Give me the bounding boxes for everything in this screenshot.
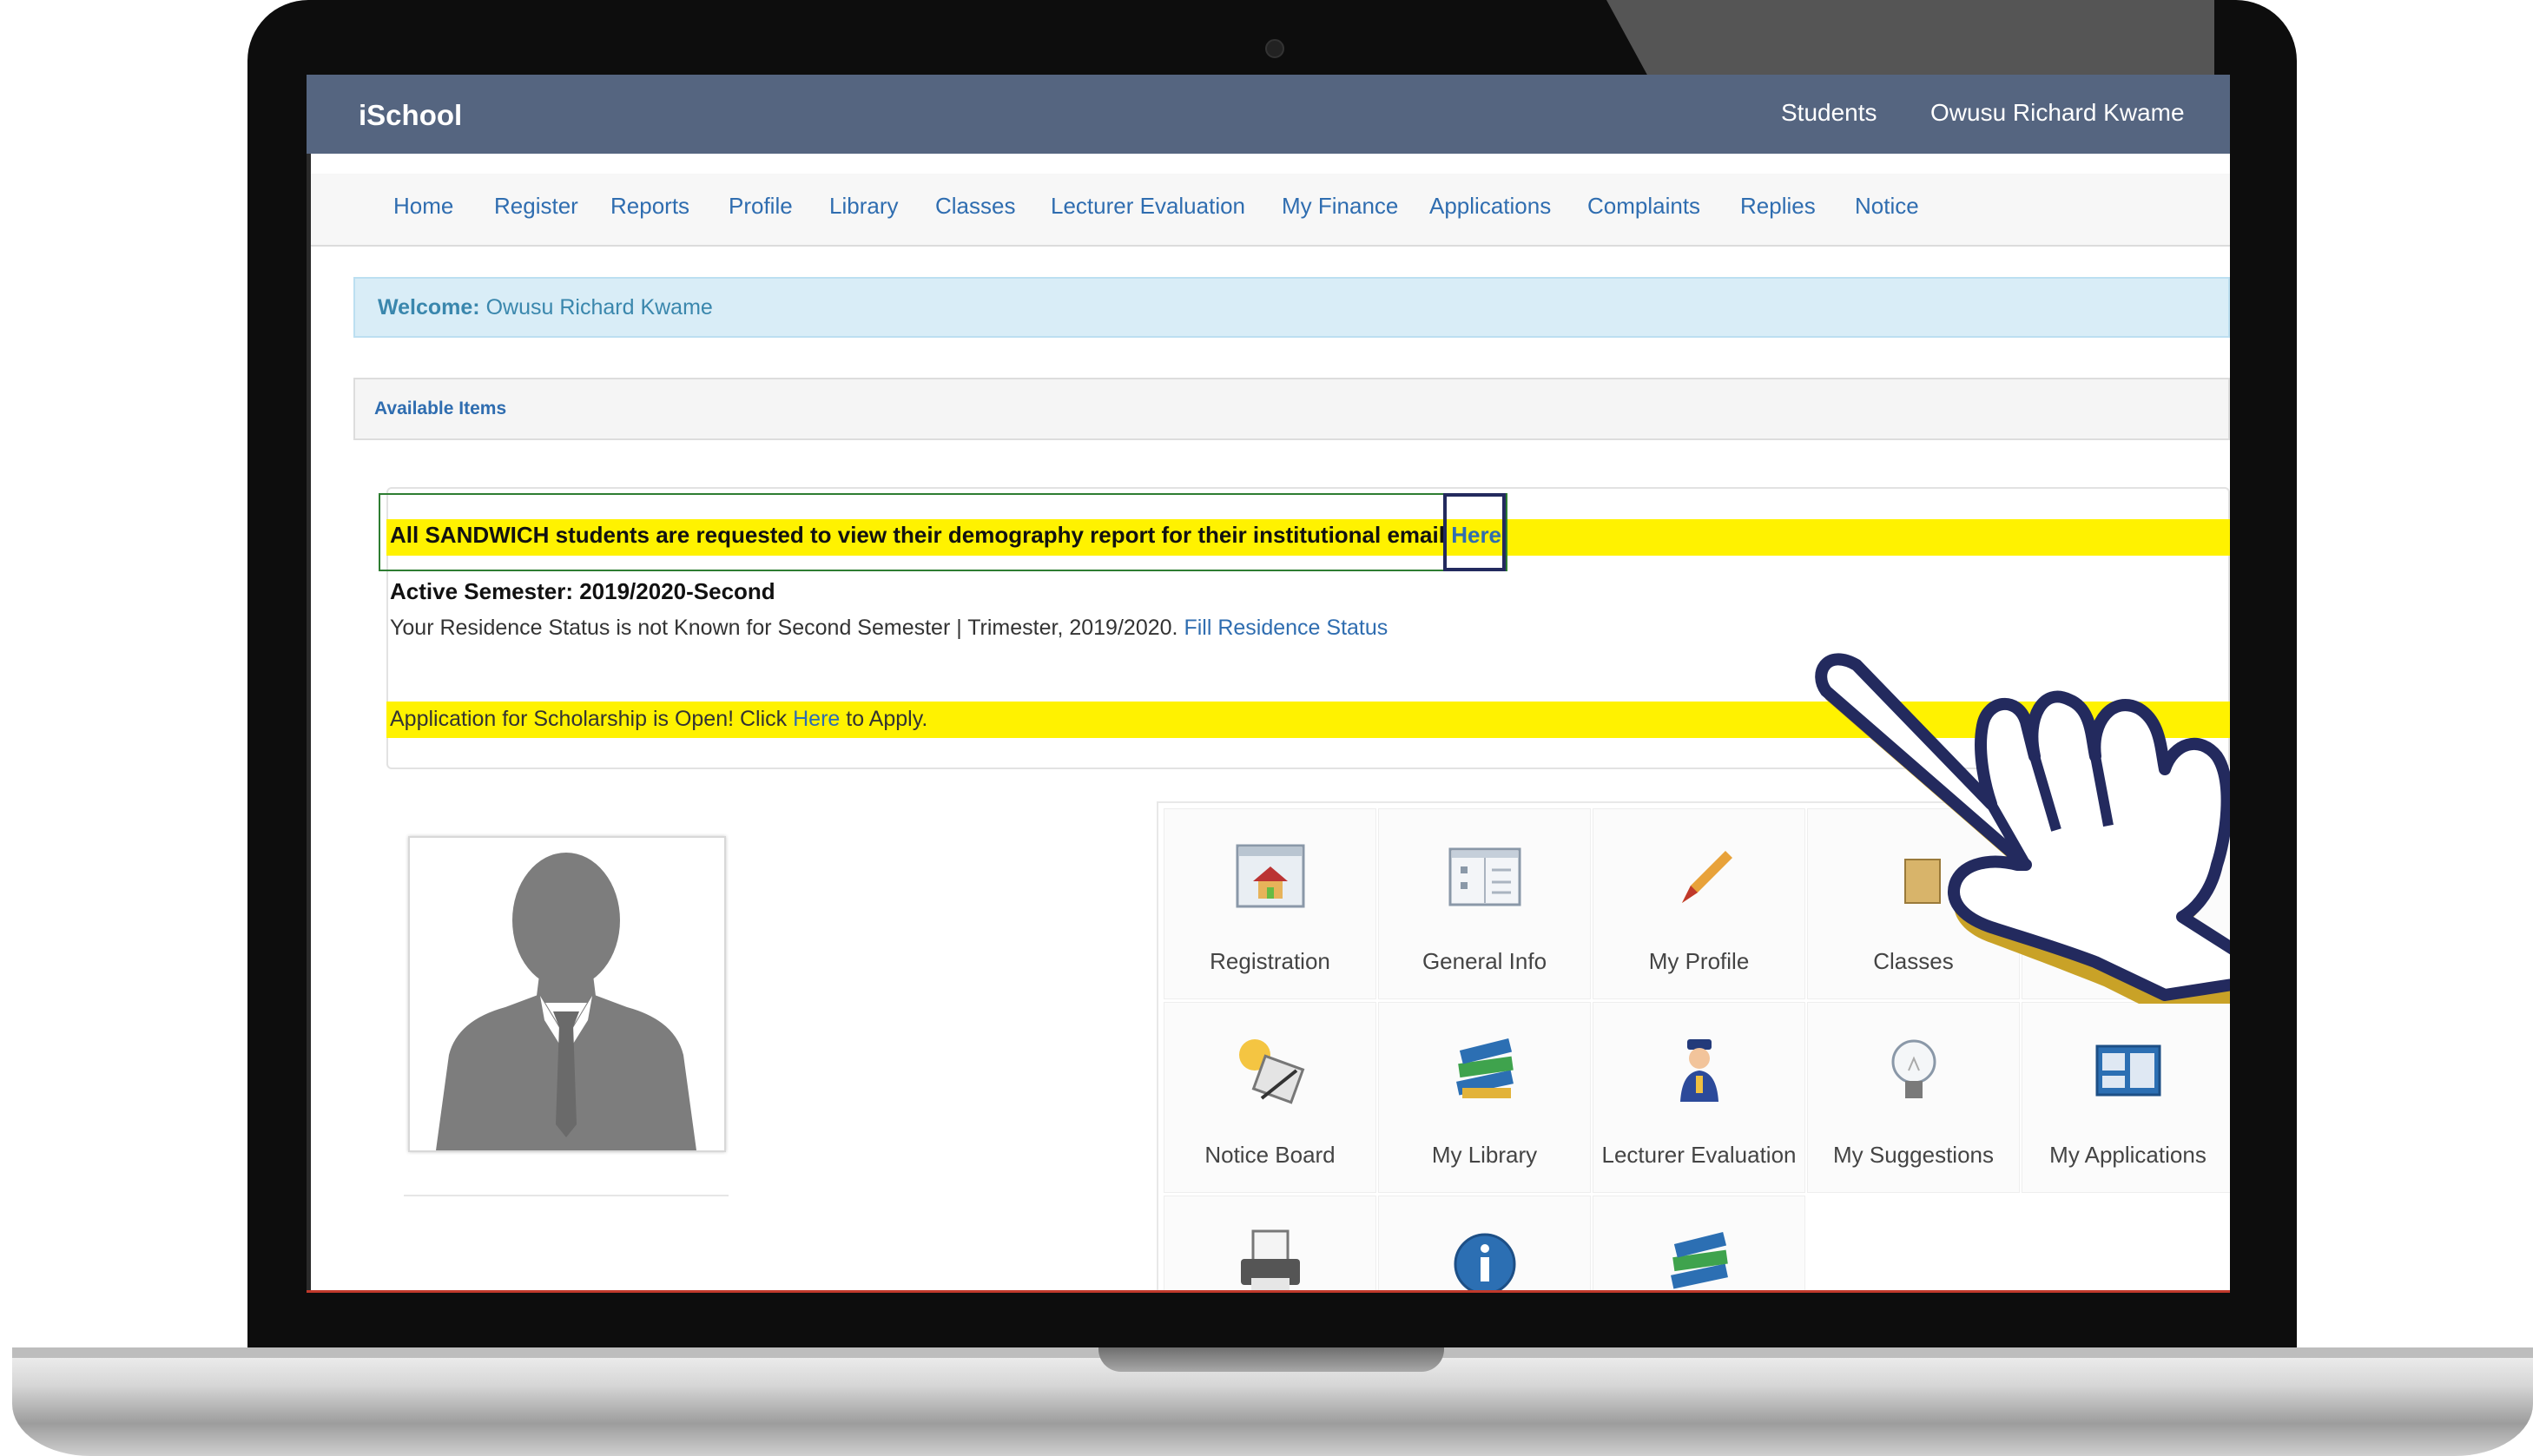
nav-library[interactable]: Library: [829, 193, 898, 220]
tile-label: My Suggestions: [1833, 1142, 1994, 1168]
tile-general-info[interactable]: General Info: [1378, 808, 1591, 999]
tile-my-profile[interactable]: My Profile: [1593, 808, 1805, 999]
avatar: [408, 836, 726, 1152]
tile-my-applications[interactable]: My Applications: [2022, 1002, 2230, 1193]
lightbulb-icon: [1891, 1039, 1936, 1098]
avatar-silhouette-icon: [436, 853, 696, 1150]
books-icon: [1671, 1231, 1728, 1289]
pointing-hand-icon: [1815, 653, 2230, 1004]
welcome-name: Owusu Richard Kwame: [485, 295, 713, 320]
residence-status: Your Residence Status is not Known for S…: [390, 616, 1388, 641]
nav-lecturer-evaluation[interactable]: Lecturer Evaluation: [1051, 193, 1245, 220]
tile-label: Notice Board: [1204, 1142, 1336, 1168]
applications-icon: [2095, 1044, 2161, 1097]
active-semester: Active Semester: 2019/2020-Second: [390, 578, 775, 604]
top-bar: iSchool Students Owusu Richard Kwame: [307, 75, 2230, 154]
tile-library[interactable]: [1593, 1196, 1805, 1292]
nav-register[interactable]: Register: [494, 193, 578, 220]
tile-my-library[interactable]: My Library: [1378, 1002, 1591, 1193]
brand-logo[interactable]: iSchool: [359, 99, 462, 132]
tile-label: My Library: [1431, 1142, 1538, 1168]
tile-notice-board[interactable]: Notice Board: [1164, 1002, 1376, 1193]
info-panel-icon: [1448, 847, 1521, 906]
panel-title: Available Items: [374, 399, 507, 418]
scholarship-text-after: to Apply.: [846, 707, 928, 731]
tile-label: My Profile: [1648, 948, 1750, 974]
nav-replies[interactable]: Replies: [1740, 193, 1816, 220]
students-link[interactable]: Students: [1781, 99, 1877, 127]
tile-label: Lecturer Evaluation: [1601, 1142, 1797, 1168]
nav-classes[interactable]: Classes: [935, 193, 1015, 220]
welcome-banner: Welcome: Owusu Richard Kwame: [353, 277, 2230, 338]
nav-my-finance[interactable]: My Finance: [1282, 193, 1398, 220]
webcam-icon: [1265, 39, 1284, 58]
nav-complaints[interactable]: Complaints: [1587, 193, 1700, 220]
house-icon: [1236, 844, 1305, 908]
residence-text: Your Residence Status is not Known for S…: [390, 616, 1178, 640]
laptop-mockup: iSchool Students Owusu Richard Kwame Hom…: [0, 0, 2533, 1456]
tile-lecturer-evaluation[interactable]: Lecturer Evaluation: [1593, 1002, 1805, 1193]
nav-reports[interactable]: Reports: [610, 193, 689, 220]
nav-home[interactable]: Home: [393, 193, 453, 220]
nav-notice[interactable]: Notice: [1855, 193, 1919, 220]
available-items-panel: Available Items: [353, 378, 2230, 440]
pencil-icon: [1682, 851, 1732, 903]
lecturer-icon: [1680, 1039, 1718, 1102]
main-nav: Home Register Reports Profile Library Cl…: [311, 174, 2230, 247]
screen: iSchool Students Owusu Richard Kwame Hom…: [307, 75, 2230, 1292]
user-name-link[interactable]: Owusu Richard Kwame: [1930, 99, 2185, 127]
screen-edge: [307, 1290, 2230, 1293]
tile-print[interactable]: [1164, 1196, 1376, 1292]
nav-applications[interactable]: Applications: [1429, 193, 1551, 220]
here-link-highlight: [1443, 493, 1506, 571]
lid-reflection: [1606, 0, 2214, 78]
divider: [404, 1195, 729, 1196]
tile-my-suggestions[interactable]: My Suggestions: [1807, 1002, 2020, 1193]
welcome-text: Welcome: Owusu Richard Kwame: [378, 295, 713, 320]
scholarship-text-before: Application for Scholarship is Open! Cli…: [390, 707, 788, 731]
tile-label: Registration: [1210, 948, 1330, 974]
welcome-label: Welcome:: [378, 295, 480, 320]
fill-residence-link[interactable]: Fill Residence Status: [1184, 616, 1388, 640]
books-icon: [1456, 1038, 1514, 1098]
laptop-notch: [1098, 1347, 1444, 1372]
tile-info[interactable]: [1378, 1196, 1591, 1292]
scholarship-here-link[interactable]: Here: [793, 707, 840, 731]
info-circle-icon: [1454, 1233, 1516, 1292]
tile-label: My Applications: [2049, 1142, 2206, 1168]
notice-board-icon: [1239, 1039, 1305, 1104]
scholarship-notice: Application for Scholarship is Open! Cli…: [390, 707, 927, 732]
left-edge: [307, 154, 311, 1292]
tile-label: General Info: [1422, 948, 1547, 974]
sandwich-notice-outline: [379, 493, 1507, 571]
tile-registration[interactable]: Registration: [1164, 808, 1376, 999]
printer-icon: [1241, 1229, 1300, 1292]
nav-profile[interactable]: Profile: [729, 193, 793, 220]
